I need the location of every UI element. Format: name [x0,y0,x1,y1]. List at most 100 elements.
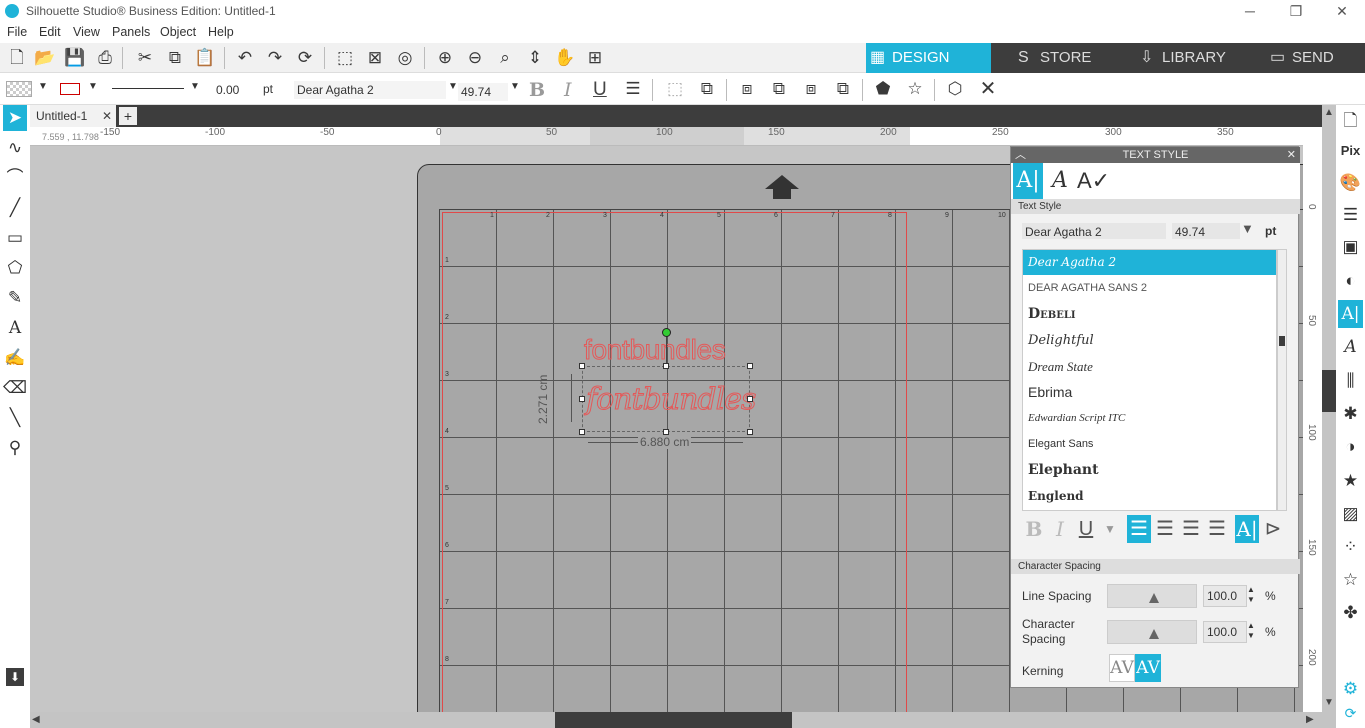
hand-pan-icon[interactable]: ✋ [552,47,578,69]
add-tab-button[interactable]: + [119,107,137,125]
send-backward-icon[interactable]: ⧉ [830,78,856,100]
line-spacing-slider[interactable] [1107,584,1197,608]
text-path-tab-icon[interactable]: A [1045,163,1075,199]
font-item-elephant[interactable]: Elephant [1023,458,1276,483]
page-setup-icon[interactable]: 🗋 [1338,107,1363,135]
modify-icon[interactable]: ◑ [1338,433,1363,461]
font-item-dear-agatha-2[interactable]: Dear Agatha 2 [1023,250,1276,275]
spell-check-tab-icon[interactable]: A✓ [1077,163,1110,199]
vertical-text-icon[interactable]: ⊳ [1261,515,1285,543]
shapes-icon[interactable]: ⬟ [870,78,896,100]
align-right-icon[interactable]: ☰ [1179,515,1203,543]
delete-x-icon[interactable]: ✕ [975,78,1001,100]
resize-handle[interactable] [579,396,585,402]
menu-panels[interactable]: Panels [112,25,150,39]
resize-handle[interactable] [747,363,753,369]
font-list-scrollbar[interactable] [1277,249,1287,511]
line-width-input[interactable]: 0.00 [213,81,258,99]
panel-font-size-input[interactable]: 49.74 [1172,223,1240,239]
vertical-scroll-thumb[interactable] [1322,370,1336,412]
puzzle-icon[interactable]: ✤ [1338,599,1363,627]
image-effects-icon[interactable]: ▣ [1338,233,1363,261]
text-style-tab-icon[interactable]: A| [1013,163,1043,199]
font-item-debeli[interactable]: Debeli [1023,302,1276,327]
horizontal-scrollbar[interactable]: ◀ ▶ [30,712,1322,728]
offset-star-icon[interactable]: ★ [1338,467,1363,495]
character-spacing-slider[interactable] [1107,620,1197,644]
vertical-scrollbar[interactable]: ▲ ▼ [1322,105,1336,712]
pencil-tool-icon[interactable]: ✎ [3,285,27,311]
restore-button[interactable]: ❐ [1273,0,1319,22]
select-arrow-icon[interactable]: ➤ [3,105,27,131]
curve-tool-icon[interactable]: ⌒ [3,165,27,191]
eraser-tool-icon[interactable]: ⌫ [3,375,27,401]
font-item-dream-state[interactable]: Dream State [1023,354,1276,379]
character-spacing-input[interactable]: 100.0 [1203,621,1247,643]
menu-help[interactable]: Help [208,25,234,39]
minimize-button[interactable]: ─ [1227,0,1273,22]
panel-bold-button[interactable]: B [1022,515,1046,543]
tab-send[interactable]: ▭ SEND [1266,43,1365,73]
bold-button[interactable]: B [529,79,545,101]
text-object-script[interactable]: fontbundles [585,382,756,418]
panel-font-name-input[interactable]: Dear Agatha 2 [1022,223,1166,239]
eyedropper-icon[interactable]: ⚲ [3,435,27,461]
resize-handle[interactable] [579,429,585,435]
text-tool-icon[interactable]: A [3,315,27,341]
chevron-down-icon[interactable]: ▼ [448,81,458,92]
resize-handle[interactable] [747,396,753,402]
font-item-delightful[interactable]: Delightful [1023,328,1276,353]
menu-object[interactable]: Object [160,25,196,39]
polygon-tool-icon[interactable]: ⬠ [3,255,27,281]
align-left-icon[interactable]: ☰ [1127,515,1151,543]
line-tool-icon[interactable]: ╱ [3,195,27,221]
new-document-icon[interactable]: 🗋 [4,47,30,69]
panel-italic-button[interactable]: I [1048,515,1072,543]
redo-icon[interactable]: ↷ [262,47,288,69]
undo-icon[interactable]: ↶ [232,47,258,69]
resize-handle[interactable] [579,363,585,369]
scroll-left-icon[interactable]: ◀ [32,714,40,725]
trace-icon[interactable]: ▨ [1338,500,1363,528]
stepper-icon[interactable]: ▲ ▼ [1247,621,1255,641]
underline-dropdown-icon[interactable]: ▼ [1098,515,1122,543]
panel-underline-button[interactable]: U [1074,515,1098,543]
sync-icon[interactable]: ⟳ [1338,699,1363,727]
line-spacing-input[interactable]: 100.0 [1203,585,1247,607]
align-icon[interactable]: ⫼ [1338,367,1363,395]
rhinestone-star-icon[interactable]: ☆ [1338,566,1363,594]
panel-close-icon[interactable]: ✕ [1287,147,1296,163]
kerning-off-button[interactable]: AV [1109,654,1135,682]
line-style-preview[interactable] [112,88,184,89]
tab-store[interactable]: S STORE [1014,43,1124,73]
fill-palette-icon[interactable]: 🎨 [1338,169,1363,197]
menu-view[interactable]: View [73,25,100,39]
menu-file[interactable]: File [7,25,27,39]
text-object-sans[interactable]: fontbundles [584,334,727,366]
zoom-out-icon[interactable]: ⊖ [462,47,488,69]
resize-handle[interactable] [663,363,669,369]
chevron-down-icon[interactable]: ▼ [88,81,98,92]
slider-thumb[interactable] [1149,629,1159,639]
edit-text-icon[interactable]: ✍ [3,345,27,371]
rotation-handle[interactable] [662,328,671,337]
tab-library[interactable]: ⇩ LIBRARY [1136,43,1246,73]
font-item-dear-agatha-sans-2[interactable]: DEAR AGATHA SANS 2 [1023,276,1276,301]
redraw-icon[interactable]: ⟳ [292,47,318,69]
fit-to-page-icon[interactable]: ⊞ [582,47,608,69]
transform-icon[interactable]: ✱ [1338,400,1363,428]
align-center-icon[interactable]: ☰ [1153,515,1177,543]
text-align-icon[interactable]: ☰ [620,78,646,100]
fill-color-swatch[interactable] [6,81,32,97]
select-all-icon[interactable]: ⬚ [332,47,358,69]
text-path-icon[interactable]: A [1338,333,1363,361]
group-icon[interactable]: ⬚ [662,78,688,100]
close-tab-icon[interactable]: ✕ [102,105,112,127]
3d-box-icon[interactable]: ⬡ [942,78,968,100]
paste-icon[interactable]: 📋 [192,47,218,69]
resize-handle[interactable] [747,429,753,435]
line-color-swatch[interactable] [60,83,80,95]
collapse-chevron-icon[interactable]: ︿ [1015,147,1026,163]
select-by-color-icon[interactable]: ◎ [392,47,418,69]
deselect-icon[interactable]: ⊠ [362,47,388,69]
